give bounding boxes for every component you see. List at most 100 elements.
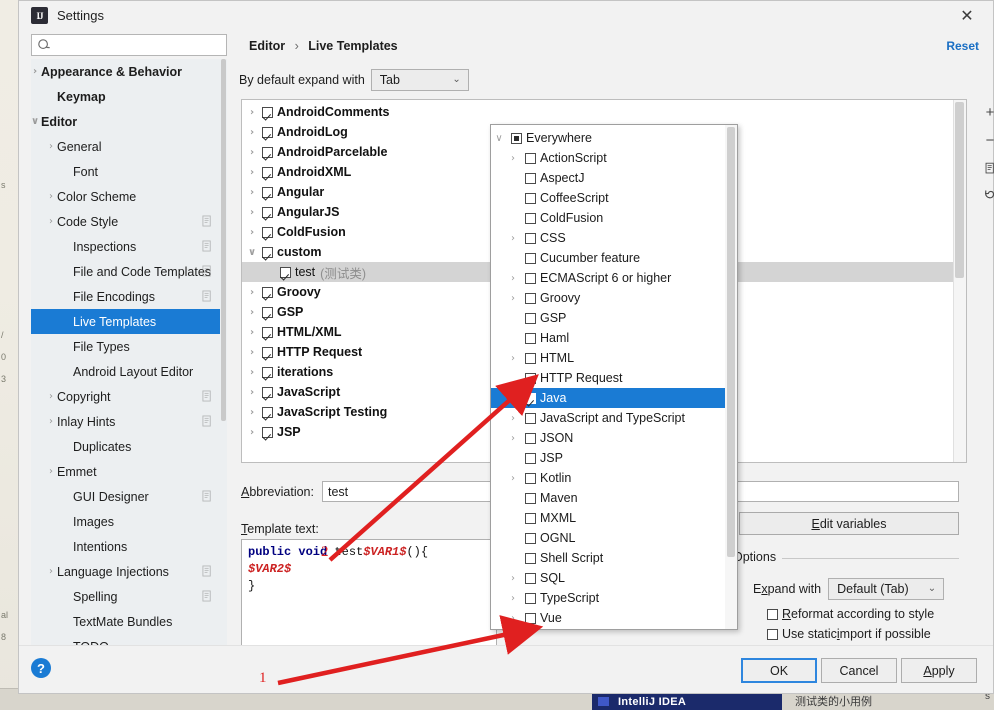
popup-scrollbar[interactable] bbox=[725, 125, 737, 629]
checkbox-icon[interactable] bbox=[262, 126, 273, 138]
context-option-row[interactable]: › Kotlin bbox=[491, 468, 737, 488]
chevron-right-icon[interactable]: › bbox=[246, 127, 258, 138]
checkbox-icon[interactable] bbox=[525, 152, 536, 164]
checkbox-icon[interactable] bbox=[262, 406, 273, 418]
checkbox-icon[interactable] bbox=[525, 332, 536, 344]
chevron-right-icon[interactable]: › bbox=[246, 187, 258, 198]
applicable-contexts-popup[interactable]: ∨ Everywhere › ActionScript AspectJ CoffeeScr… bbox=[490, 124, 738, 630]
chevron-right-icon[interactable]: › bbox=[246, 147, 258, 158]
chevron-right-icon[interactable]: › bbox=[507, 613, 519, 624]
edit-variables-button[interactable]: Edit variables bbox=[739, 512, 959, 535]
sidebar-item-inspections[interactable]: Inspections bbox=[31, 234, 227, 259]
sidebar-scrollbar[interactable] bbox=[220, 59, 227, 660]
sidebar-item-file-types[interactable]: File Types bbox=[31, 334, 227, 359]
checkbox-icon[interactable] bbox=[262, 286, 273, 298]
context-option-row[interactable]: › Vue bbox=[491, 608, 737, 628]
sidebar-item-file-encodings[interactable]: File Encodings bbox=[31, 284, 227, 309]
sidebar-item-font[interactable]: Font bbox=[31, 159, 227, 184]
cancel-button[interactable]: Cancel bbox=[821, 658, 897, 683]
context-option-row[interactable]: › HTML bbox=[491, 348, 737, 368]
sidebar-item-textmate-bundles[interactable]: TextMate Bundles bbox=[31, 609, 227, 634]
chevron-right-icon[interactable]: › bbox=[246, 327, 258, 338]
checkbox-icon[interactable] bbox=[525, 272, 536, 284]
checkbox-icon[interactable] bbox=[262, 186, 273, 198]
context-option-row[interactable]: › Groovy bbox=[491, 288, 737, 308]
add-button[interactable]: + bbox=[977, 99, 994, 125]
checkbox-icon[interactable] bbox=[262, 106, 273, 118]
chevron-down-icon[interactable]: ∨ bbox=[31, 116, 41, 127]
checkbox-icon[interactable] bbox=[525, 612, 536, 624]
context-option-row[interactable]: › ECMAScript 6 or higher bbox=[491, 268, 737, 288]
sidebar-item-spelling[interactable]: Spelling bbox=[31, 584, 227, 609]
context-option-row[interactable]: › TypeScript bbox=[491, 588, 737, 608]
option-reformat-checkbox[interactable]: Reformat according to style bbox=[767, 607, 934, 621]
description-input[interactable] bbox=[731, 481, 959, 502]
checkbox-icon[interactable] bbox=[262, 426, 273, 438]
context-option-row[interactable]: HTTP Request bbox=[491, 368, 737, 388]
context-option-row[interactable]: › ActionScript bbox=[491, 148, 737, 168]
checkbox-icon[interactable] bbox=[525, 192, 536, 204]
apply-button[interactable]: Apply bbox=[901, 658, 977, 683]
checkbox-icon[interactable] bbox=[525, 512, 536, 524]
chevron-right-icon[interactable]: › bbox=[507, 273, 519, 284]
checkbox-icon[interactable] bbox=[525, 232, 536, 244]
remove-button[interactable]: − bbox=[977, 127, 994, 153]
sidebar-scrollbar-thumb[interactable] bbox=[221, 59, 226, 421]
option-static-import-checkbox[interactable]: Use static i mport if possible bbox=[767, 627, 931, 641]
checkbox-icon[interactable] bbox=[525, 252, 536, 264]
context-option-row[interactable]: Cucumber feature bbox=[491, 248, 737, 268]
chevron-right-icon[interactable]: › bbox=[45, 141, 57, 152]
chevron-right-icon[interactable]: › bbox=[507, 353, 519, 364]
chevron-right-icon[interactable]: › bbox=[246, 167, 258, 178]
checkbox-icon[interactable] bbox=[525, 312, 536, 324]
chevron-right-icon[interactable]: › bbox=[246, 227, 258, 238]
context-option-row[interactable]: › SQL bbox=[491, 568, 737, 588]
abbreviation-input[interactable]: test bbox=[321, 481, 494, 502]
template-group-row[interactable]: › AndroidComments bbox=[242, 102, 966, 122]
checkbox-icon[interactable] bbox=[525, 592, 536, 604]
duplicate-button[interactable] bbox=[977, 155, 994, 181]
checkbox-icon[interactable] bbox=[262, 206, 273, 218]
taskbar-item-intellij[interactable]: IntelliJ IDEA bbox=[592, 692, 782, 710]
templates-scrollbar-thumb[interactable] bbox=[955, 102, 964, 278]
chevron-right-icon[interactable]: › bbox=[45, 191, 57, 202]
chevron-right-icon[interactable]: › bbox=[507, 573, 519, 584]
sidebar-item-language-injections[interactable]: › Language Injections bbox=[31, 559, 227, 584]
sidebar-item-code-style[interactable]: › Code Style bbox=[31, 209, 227, 234]
sidebar-item-appearance-behavior[interactable]: › Appearance & Behavior bbox=[31, 59, 227, 84]
chevron-right-icon[interactable]: › bbox=[246, 207, 258, 218]
sidebar-item-intentions[interactable]: Intentions bbox=[31, 534, 227, 559]
checkbox-icon[interactable] bbox=[262, 326, 273, 338]
chevron-right-icon[interactable]: › bbox=[246, 307, 258, 318]
context-option-row[interactable]: › CSS bbox=[491, 228, 737, 248]
reset-link[interactable]: Reset bbox=[946, 39, 979, 53]
templates-scrollbar[interactable] bbox=[953, 100, 966, 462]
chevron-right-icon[interactable]: › bbox=[246, 427, 258, 438]
close-icon[interactable]: ✕ bbox=[951, 5, 983, 27]
search-box[interactable] bbox=[31, 34, 227, 56]
chevron-right-icon[interactable]: › bbox=[45, 466, 57, 477]
checkbox-icon[interactable] bbox=[525, 372, 536, 384]
settings-category-tree[interactable]: › Appearance & Behavior Keymap ∨ Editor › Gene… bbox=[31, 59, 227, 660]
chevron-down-icon[interactable]: ∨ bbox=[246, 247, 258, 258]
checkbox-partial-icon[interactable] bbox=[511, 132, 522, 144]
chevron-right-icon[interactable]: › bbox=[31, 66, 41, 77]
chevron-right-icon[interactable]: › bbox=[246, 407, 258, 418]
chevron-right-icon[interactable]: › bbox=[45, 416, 57, 427]
sidebar-item-gui-designer[interactable]: GUI Designer bbox=[31, 484, 227, 509]
ok-button[interactable]: OK bbox=[741, 658, 817, 683]
checkbox-icon[interactable] bbox=[525, 492, 536, 504]
sidebar-item-copyright[interactable]: › Copyright bbox=[31, 384, 227, 409]
checkbox-icon[interactable] bbox=[525, 392, 536, 404]
checkbox-icon[interactable] bbox=[262, 346, 273, 358]
checkbox-icon[interactable] bbox=[525, 172, 536, 184]
context-option-row[interactable]: MXML bbox=[491, 508, 737, 528]
checkbox-icon[interactable] bbox=[262, 386, 273, 398]
chevron-right-icon[interactable]: › bbox=[246, 107, 258, 118]
context-option-row[interactable]: Maven bbox=[491, 488, 737, 508]
context-option-row[interactable]: GSP bbox=[491, 308, 737, 328]
context-option-row[interactable]: Shell Script bbox=[491, 548, 737, 568]
sidebar-item-general[interactable]: › General bbox=[31, 134, 227, 159]
checkbox-icon[interactable] bbox=[525, 452, 536, 464]
chevron-right-icon[interactable]: › bbox=[507, 393, 519, 404]
